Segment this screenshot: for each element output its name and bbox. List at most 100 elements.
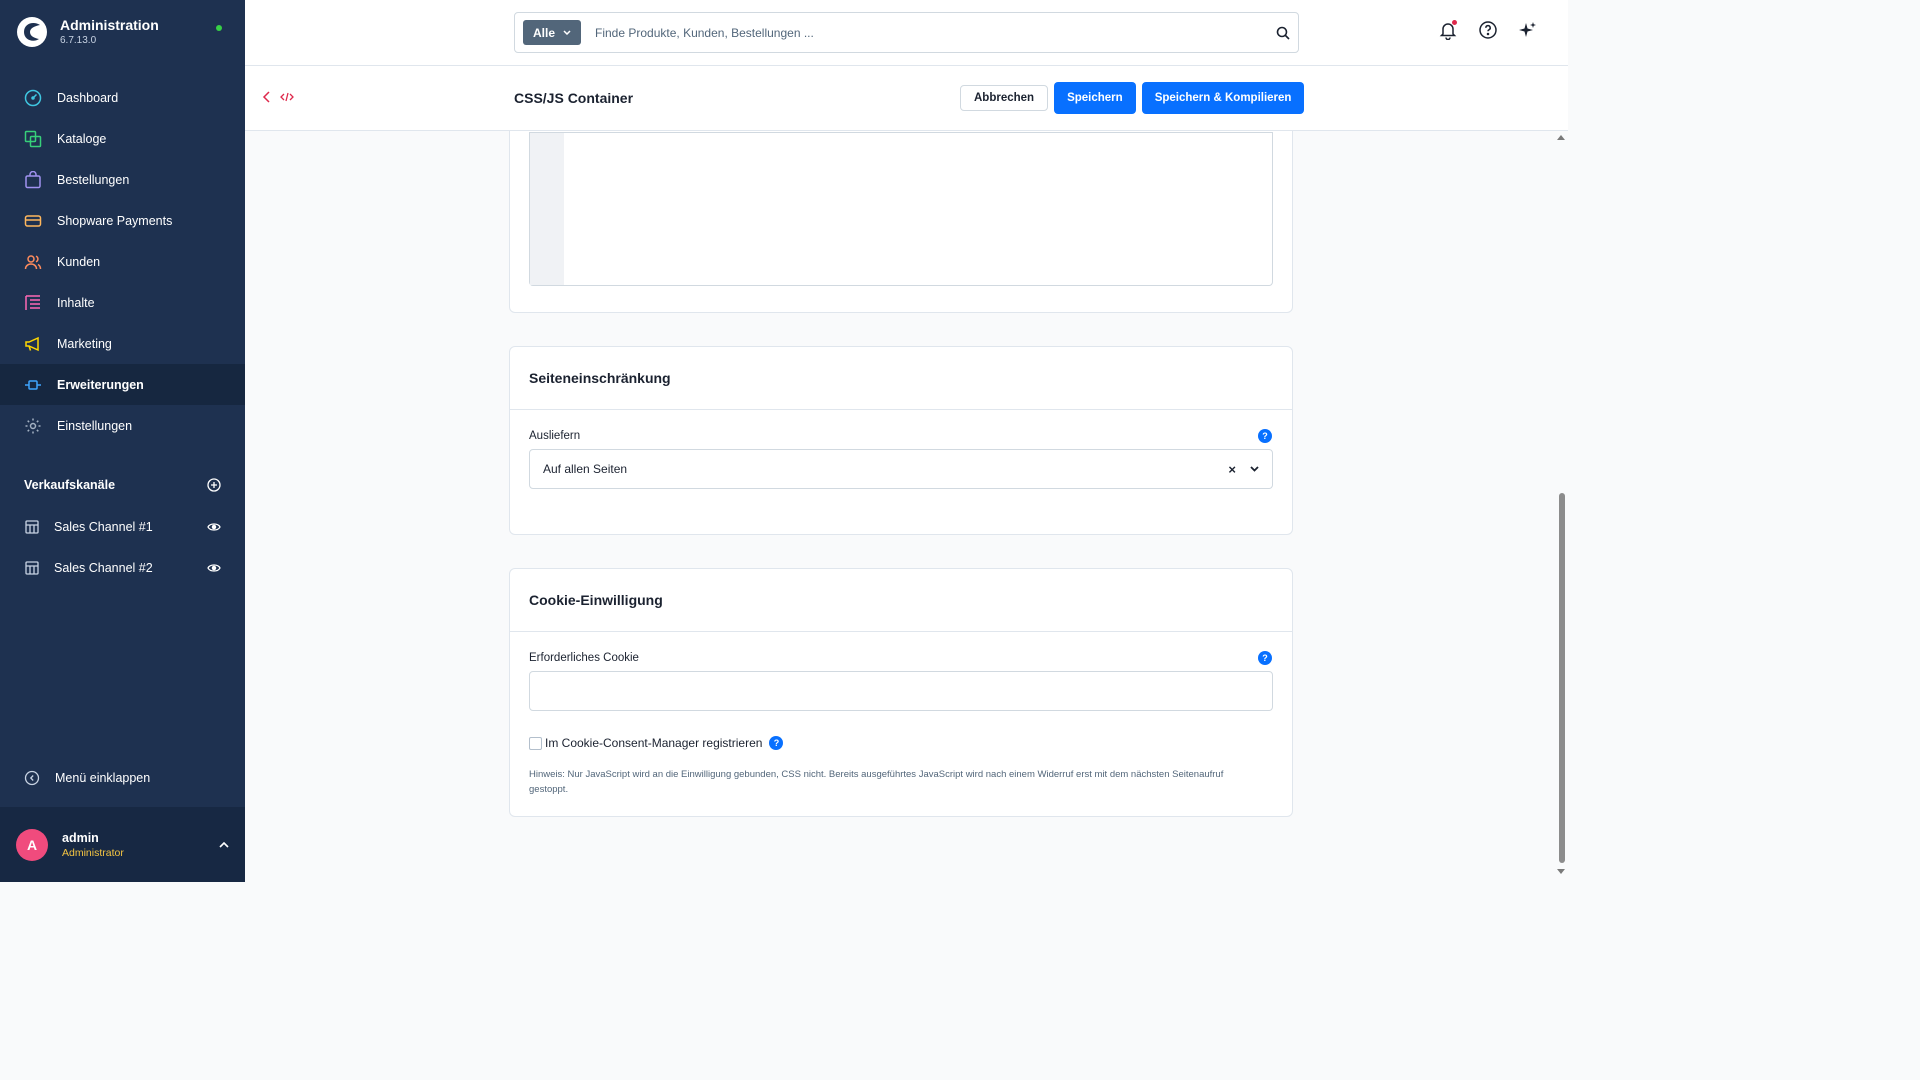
nav-item-payments[interactable]: Shopware Payments [0, 200, 245, 241]
sales-channel-label: Sales Channel #2 [54, 560, 153, 575]
nav-label: Shopware Payments [57, 213, 173, 228]
user-role: Administrator [62, 846, 124, 859]
main-nav: Dashboard Kataloge Bestellungen Shopware… [0, 77, 245, 446]
gear-icon [24, 417, 42, 435]
clear-icon[interactable]: × [1228, 462, 1236, 477]
sales-channel-item-2[interactable]: Sales Channel #2 [0, 547, 245, 588]
code-card [509, 131, 1293, 313]
required-cookie-input[interactable] [529, 671, 1273, 711]
sales-channel-label: Sales Channel #1 [54, 519, 153, 534]
main-content: Seiteneinschränkung Ausliefern ? Auf all… [245, 131, 1555, 882]
smart-bar: CSS/JS Container Abbrechen Speichern Spe… [245, 66, 1568, 131]
user-name: admin [62, 830, 99, 845]
nav-item-extensions[interactable]: Erweiterungen [0, 364, 245, 405]
app-version: 6.7.13.0 [60, 35, 97, 46]
page-restriction-card: Seiteneinschränkung Ausliefern ? Auf all… [509, 346, 1293, 535]
top-icons [1438, 20, 1538, 41]
nav-label: Kataloge [57, 131, 107, 146]
deliver-select-value: Auf allen Seiten [543, 462, 628, 476]
storefront-icon [25, 560, 39, 575]
deliver-help-icon[interactable]: ? [1258, 429, 1272, 443]
nav-item-dashboard[interactable]: Dashboard [0, 77, 245, 118]
save-compile-button[interactable]: Speichern & Kompilieren [1141, 82, 1305, 114]
user-menu[interactable]: A admin Administrator [0, 807, 245, 882]
code-icon [280, 92, 294, 102]
register-consent-row: Im Cookie-Consent-Manager registrieren ? [529, 736, 784, 750]
nav-label: Marketing [57, 336, 112, 351]
users-icon [24, 253, 42, 271]
notification-badge [1452, 20, 1457, 25]
search-icon[interactable] [1276, 26, 1290, 40]
avatar: A [16, 828, 48, 861]
add-sales-channel-icon[interactable] [207, 478, 221, 492]
content-icon [24, 294, 42, 312]
sales-channel-list: Sales Channel #1 Sales Channel #2 [0, 506, 245, 588]
eye-icon[interactable] [207, 522, 221, 532]
catalog-icon [24, 130, 42, 148]
register-consent-help-icon[interactable]: ? [769, 736, 784, 750]
megaphone-icon [24, 335, 42, 353]
nav-label: Kunden [57, 254, 101, 269]
nav-item-content[interactable]: Inhalte [0, 282, 245, 323]
sales-channel-item-1[interactable]: Sales Channel #1 [0, 506, 245, 547]
nav-label: Inhalte [57, 295, 95, 310]
search-type-dropdown[interactable]: Alle [523, 20, 582, 45]
nav-item-customers[interactable]: Kunden [0, 241, 245, 282]
app-title: Administration [60, 17, 159, 33]
nav-label: Erweiterungen [57, 377, 144, 392]
collapse-menu-label: Menü einklappen [55, 771, 151, 785]
online-status-dot [216, 25, 222, 31]
storefront-icon [25, 519, 39, 534]
notifications-button[interactable] [1438, 20, 1458, 41]
cancel-button[interactable]: Abbrechen [960, 85, 1049, 111]
cookie-consent-title: Cookie-Einwilligung [510, 569, 1292, 632]
cookie-consent-card: Cookie-Einwilligung Erforderliches Cooki… [509, 568, 1293, 817]
required-cookie-help-icon[interactable]: ? [1258, 651, 1272, 665]
shopware-logo-icon [17, 17, 47, 47]
scroll-down-arrow[interactable] [1557, 869, 1565, 874]
page-title: CSS/JS Container [514, 90, 634, 106]
nav-item-settings[interactable]: Einstellungen [0, 405, 245, 446]
required-cookie-label: Erforderliches Cookie [529, 652, 639, 664]
deliver-label: Ausliefern [529, 430, 581, 442]
eye-icon[interactable] [207, 563, 221, 573]
deliver-select[interactable]: Auf allen Seiten × [529, 449, 1273, 489]
top-bar: Alle [245, 0, 1568, 66]
help-circle-icon [1479, 21, 1497, 39]
payments-icon [24, 212, 42, 230]
chevron-left-circle-icon [24, 770, 40, 786]
shopping-bag-icon [24, 170, 42, 189]
code-editor-gutter [530, 133, 564, 285]
page-restriction-title: Seiteneinschränkung [510, 347, 1292, 410]
chevron-down-icon [1250, 466, 1259, 472]
dashboard-icon [24, 89, 42, 107]
scroll-thumb[interactable] [1559, 493, 1565, 863]
global-search: Alle [514, 12, 1299, 53]
collapse-menu-button[interactable]: Menü einklappen [24, 770, 150, 786]
page-scrollbar[interactable] [1555, 131, 1568, 882]
plug-icon [24, 376, 42, 394]
search-input[interactable] [593, 24, 1276, 41]
brand[interactable]: Administration 6.7.13.0 [16, 16, 159, 48]
ai-assistant-button[interactable] [1518, 20, 1538, 40]
nav-label: Dashboard [57, 90, 119, 105]
cookie-hint-text: Hinweis: Nur JavaScript wird an die Einw… [529, 769, 1224, 795]
register-consent-label[interactable]: Im Cookie-Consent-Manager registrieren [545, 736, 762, 750]
nav-item-catalogs[interactable]: Kataloge [0, 118, 245, 159]
back-navigation[interactable] [262, 90, 294, 104]
help-button[interactable] [1478, 20, 1498, 40]
save-button[interactable]: Speichern [1054, 82, 1136, 114]
nav-item-orders[interactable]: Bestellungen [0, 159, 245, 200]
chevron-down-icon [563, 30, 571, 35]
smartbar-actions: Abbrechen Speichern Speichern & Kompilie… [960, 82, 1305, 114]
scroll-up-arrow[interactable] [1557, 135, 1565, 140]
chevron-up-icon[interactable] [219, 841, 229, 848]
nav-item-marketing[interactable]: Marketing [0, 323, 245, 364]
sales-channels-header: Verkaufskanäle [24, 478, 221, 492]
sparkles-icon [1519, 22, 1536, 37]
search-type-label: Alle [533, 25, 556, 40]
code-editor[interactable] [529, 132, 1273, 286]
register-consent-checkbox[interactable] [529, 736, 542, 750]
nav-label: Bestellungen [57, 172, 130, 187]
chevron-left-icon[interactable] [262, 90, 272, 104]
